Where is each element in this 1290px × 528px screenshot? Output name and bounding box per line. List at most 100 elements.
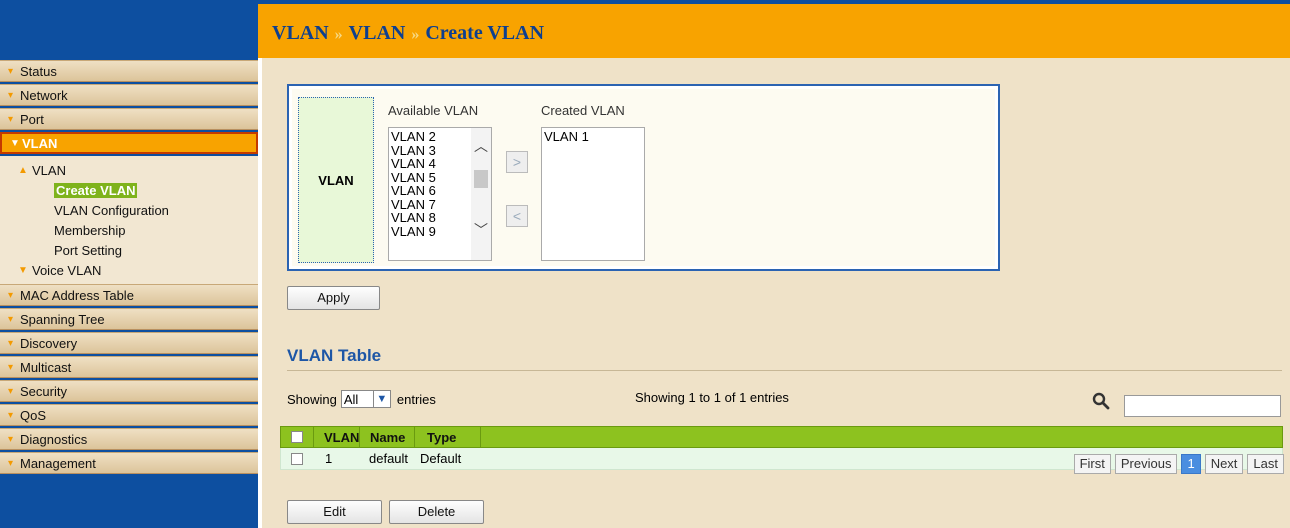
chevron-down-icon: ▼	[10, 137, 20, 149]
submenu-item-port-setting[interactable]: Port Setting	[0, 240, 258, 260]
vlan-field-label: VLAN	[298, 97, 374, 263]
available-vlan-scrollbar[interactable]: ︿ ﹀	[471, 128, 491, 260]
chevron-down-icon: ▾	[8, 385, 14, 397]
sidebar-item-label: Diagnostics	[20, 431, 88, 447]
scroll-thumb[interactable]	[474, 170, 488, 188]
pager-first[interactable]: First	[1073, 454, 1111, 474]
pager-page-current[interactable]: 1	[1181, 454, 1201, 474]
sidebar-item-qos[interactable]: ▾ QoS	[0, 404, 258, 426]
sidebar-item-multicast[interactable]: ▾ Multicast	[0, 356, 258, 378]
submenu-item-vlan-configuration[interactable]: VLAN Configuration	[0, 200, 258, 220]
page-header: VLAN » VLAN » Create VLAN	[258, 0, 1290, 58]
submenu-group-label: VLAN	[32, 162, 66, 178]
submenu-item-membership[interactable]: Membership	[0, 220, 258, 240]
breadcrumb-separator: »	[334, 26, 343, 43]
submenu-group-vlan[interactable]: ▲ VLAN	[0, 160, 258, 180]
available-vlan-label: Available VLAN	[388, 103, 479, 118]
chevron-down-icon: ▾	[8, 313, 14, 325]
edit-button[interactable]: Edit	[287, 500, 382, 524]
main-content: VLAN Available VLAN Created VLAN VLAN 2V…	[262, 58, 1290, 528]
cell-name: default	[369, 451, 409, 466]
submenu-group-label: Voice VLAN	[32, 262, 102, 278]
sidebar-logo-area	[0, 0, 258, 60]
chevron-up-icon: ▲	[18, 164, 28, 176]
chevron-down-icon: ▾	[8, 113, 14, 125]
sidebar-item-spanning-tree[interactable]: ▾ Spanning Tree	[0, 308, 258, 330]
move-left-button[interactable]: <	[506, 205, 528, 227]
sidebar-item-discovery[interactable]: ▾ Discovery	[0, 332, 258, 354]
sidebar-footer	[0, 488, 258, 528]
sidebar-item-label: Management	[20, 455, 96, 471]
pager-previous[interactable]: Previous	[1114, 454, 1178, 474]
list-option[interactable]: VLAN 1	[542, 130, 644, 144]
sidebar-item-label: Port	[20, 111, 44, 127]
chevron-down-icon: ▼	[18, 264, 28, 276]
column-header-vlan[interactable]: VLAN	[314, 427, 360, 447]
chevron-down-icon: ▾	[8, 337, 14, 349]
sidebar-item-label: VLAN	[22, 135, 58, 151]
submenu-group-voice-vlan[interactable]: ▼ Voice VLAN	[0, 260, 258, 280]
breadcrumb-item: VLAN	[272, 22, 329, 44]
section-divider	[287, 370, 1282, 371]
breadcrumb-current: Create VLAN	[425, 22, 545, 44]
sidebar-item-label: Multicast	[20, 359, 72, 375]
table-header-row: VLAN Name Type	[280, 426, 1283, 448]
chevron-down-icon: ▾	[8, 433, 14, 445]
select-all-checkbox[interactable]	[291, 431, 303, 443]
chevron-down-icon: ▼	[372, 391, 390, 407]
sidebar-item-status[interactable]: ▾ Status	[0, 60, 258, 82]
created-vlan-label: Created VLAN	[541, 103, 625, 118]
sidebar-item-label: MAC Address Table	[20, 287, 134, 303]
sidebar-item-port[interactable]: ▾ Port	[0, 108, 258, 130]
vlan-table-title: VLAN Table	[287, 346, 382, 365]
chevron-down-icon: ▾	[8, 65, 14, 77]
breadcrumb-separator: »	[411, 26, 420, 43]
sidebar-item-label: Status	[20, 63, 57, 79]
pager-next[interactable]: Next	[1204, 454, 1244, 474]
entries-select-value: All	[343, 391, 359, 407]
create-vlan-panel: VLAN Available VLAN Created VLAN VLAN 2V…	[287, 84, 1000, 271]
sidebar-item-security[interactable]: ▾ Security	[0, 380, 258, 402]
column-header-type[interactable]: Type	[415, 427, 481, 447]
search-icon	[1092, 392, 1110, 410]
apply-button[interactable]: Apply	[287, 286, 380, 310]
showing-entries-control: Showing All ▼ entries	[287, 390, 436, 408]
scroll-up-icon[interactable]: ︿	[474, 139, 488, 153]
sidebar-item-label: Discovery	[20, 335, 78, 351]
vlan-submenu: ▲ VLAN Create VLAN VLAN Configuration Me…	[0, 156, 258, 284]
sidebar-item-label: Security	[20, 383, 67, 399]
sidebar-item-label: Network	[20, 87, 68, 103]
sidebar-item-network[interactable]: ▾ Network	[0, 84, 258, 106]
submenu-item-create-vlan[interactable]: Create VLAN	[0, 180, 258, 200]
sidebar-item-diagnostics[interactable]: ▾ Diagnostics	[0, 428, 258, 450]
chevron-down-icon: ▾	[8, 89, 14, 101]
entries-select[interactable]: All ▼	[340, 390, 391, 408]
showing-suffix: entries	[396, 391, 436, 407]
column-header-name[interactable]: Name	[360, 427, 415, 447]
sidebar-item-label: QoS	[20, 407, 47, 423]
sidebar-item-vlan[interactable]: ▼ VLAN	[0, 132, 258, 154]
sidebar-item-management[interactable]: ▾ Management	[0, 452, 258, 474]
chevron-down-icon: ▾	[8, 409, 14, 421]
cell-type: Default	[420, 451, 462, 466]
breadcrumb-item: VLAN	[348, 22, 406, 44]
chevron-down-icon: ▾	[8, 361, 14, 373]
scroll-down-icon[interactable]: ﹀	[474, 223, 488, 237]
move-right-button[interactable]: >	[506, 151, 528, 173]
chevron-down-icon: ▾	[8, 289, 14, 301]
chevron-down-icon: ▾	[8, 457, 14, 469]
breadcrumb: VLAN » VLAN » Create VLAN	[272, 22, 544, 45]
available-vlan-list[interactable]: VLAN 2 VLAN 3 VLAN 4 VLAN 5 VLAN 6 VLAN 7 VLAN…	[388, 127, 492, 261]
showing-prefix: Showing	[287, 391, 337, 407]
header-checkbox-cell	[281, 427, 314, 447]
entries-status-text: Showing 1 to 1 of 1 entries	[635, 390, 789, 405]
sidebar-item-label: Spanning Tree	[20, 311, 105, 327]
created-vlan-list[interactable]: VLAN 1	[541, 127, 645, 261]
sidebar: ▾ Status ▾ Network ▾ Port ▼ VLAN ▲ VLAN Creat…	[0, 0, 258, 528]
search-input[interactable]	[1124, 395, 1281, 417]
cell-vlan: 1	[325, 451, 333, 466]
sidebar-item-mac-address-table[interactable]: ▾ MAC Address Table	[0, 284, 258, 306]
delete-button[interactable]: Delete	[389, 500, 484, 524]
pager-last[interactable]: Last	[1247, 454, 1284, 474]
row-checkbox[interactable]	[291, 452, 303, 465]
